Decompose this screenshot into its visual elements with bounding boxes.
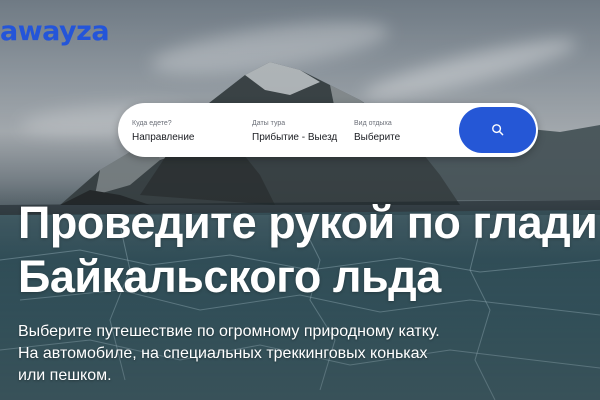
- destination-value: Направление: [132, 132, 195, 143]
- hero-headline: Проведите рукой по глади Байкальского ль…: [18, 196, 598, 304]
- destination-label: Куда едете?: [132, 120, 172, 127]
- subtitle-line-1: Выберите путешествие по огромному природ…: [18, 323, 440, 340]
- dates-label: Даты тура: [252, 120, 286, 127]
- subtitle-line-2: На автомобиле, на специальных треккингов…: [18, 345, 428, 362]
- vacation-type-field[interactable]: Вид отдыха Выберите: [354, 119, 400, 145]
- vacation-type-label: Вид отдыха: [354, 120, 392, 127]
- hero-subtitle: Выберите путешествие по огромному природ…: [18, 321, 598, 387]
- dates-field[interactable]: Даты тура Прибытие - Выезд: [252, 119, 337, 145]
- headline-line-1: Проведите рукой по глади: [18, 197, 598, 248]
- logo[interactable]: awayza: [0, 16, 110, 47]
- subtitle-line-3: или пешком.: [18, 367, 112, 384]
- destination-field[interactable]: Куда едете? Направление: [132, 119, 194, 145]
- search-button[interactable]: [459, 107, 536, 153]
- search-bar: Куда едете? Направление Даты тура Прибыт…: [118, 103, 538, 157]
- vacation-type-value: Выберите: [354, 132, 401, 143]
- dates-value: Прибытие - Выезд: [252, 132, 338, 143]
- headline-line-2: Байкальского льда: [18, 251, 441, 302]
- search-icon: [491, 124, 503, 136]
